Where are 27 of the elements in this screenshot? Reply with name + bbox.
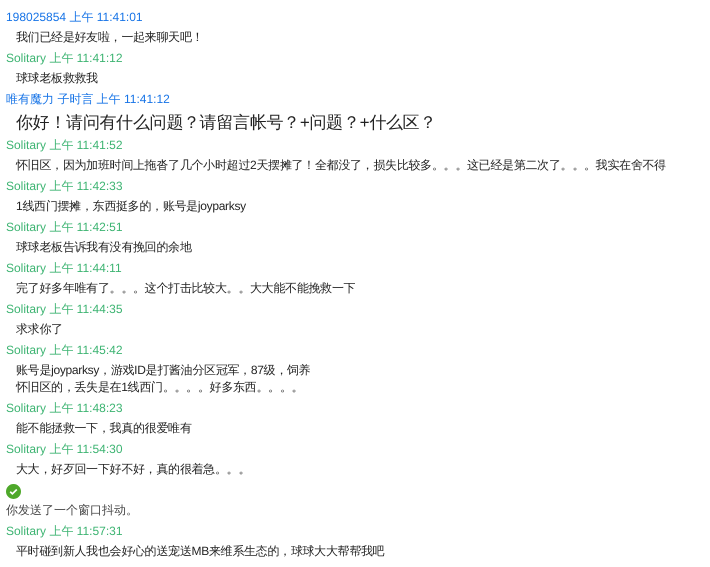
message-text: 球球老板救救我: [15, 70, 98, 87]
message-header: Solitary 上午 11:41:52: [5, 137, 123, 154]
message-text: 球球老板告诉我有没有挽回的余地: [15, 239, 192, 256]
message-header: Solitary 上午 11:45:42: [5, 342, 123, 359]
message-text: 你好！请问有什么问题？请留言帐号？+问题？+什么区？: [15, 112, 436, 134]
message-header: Solitary 上午 11:44:11: [5, 260, 122, 277]
message-text: 账号是joyparksy，游戏ID是打酱油分区冠军，87级，饲养: [15, 362, 310, 379]
message-header: Solitary 上午 11:42:33: [5, 178, 123, 195]
message-header: Solitary 上午 11:48:23: [5, 400, 123, 417]
message-header: 唯有魔力 子时言 上午 11:41:12: [5, 91, 170, 108]
message-text: 能不能拯救一下，我真的很爱唯有: [15, 420, 192, 437]
message-text: 大大，好歹回一下好不好，真的很着急。。。: [15, 461, 250, 478]
message-text: 怀旧区的，丢失是在1线西门。。。。好多东西。。。。: [14, 379, 304, 396]
message-header: 198025854 上午 11:41:01: [5, 9, 143, 26]
message-text: 怀旧区，因为加班时间上拖沓了几个小时超过2天摆摊了！全都没了，损失比较多。。。这已经是第二次了。。。我实在舍不得: [14, 157, 666, 174]
message-text: 平时碰到新人我也会好心的送宠送MB来维系生态的，球球大大帮帮我吧: [15, 543, 384, 560]
message-text: 完了好多年唯有了。。。这个打击比较大。。大大能不能挽救一下: [15, 280, 356, 297]
message-header: Solitary 上午 11:57:31: [5, 523, 123, 540]
message-header: Solitary 上午 11:44:35: [5, 301, 123, 318]
message-text: 1线西门摆摊，东西挺多的，账号是joyparksy: [15, 198, 246, 215]
message-header: Solitary 上午 11:42:51: [5, 219, 123, 236]
message-header: Solitary 上午 11:41:12: [5, 50, 123, 67]
check-icon: [6, 484, 21, 499]
message-text: 求求你了: [15, 321, 63, 338]
system-notice: 你发送了一个窗口抖动。: [6, 502, 138, 519]
message-header: Solitary 上午 11:54:30: [5, 441, 123, 458]
message-text: 我们已经是好友啦，一起来聊天吧！: [15, 29, 204, 46]
